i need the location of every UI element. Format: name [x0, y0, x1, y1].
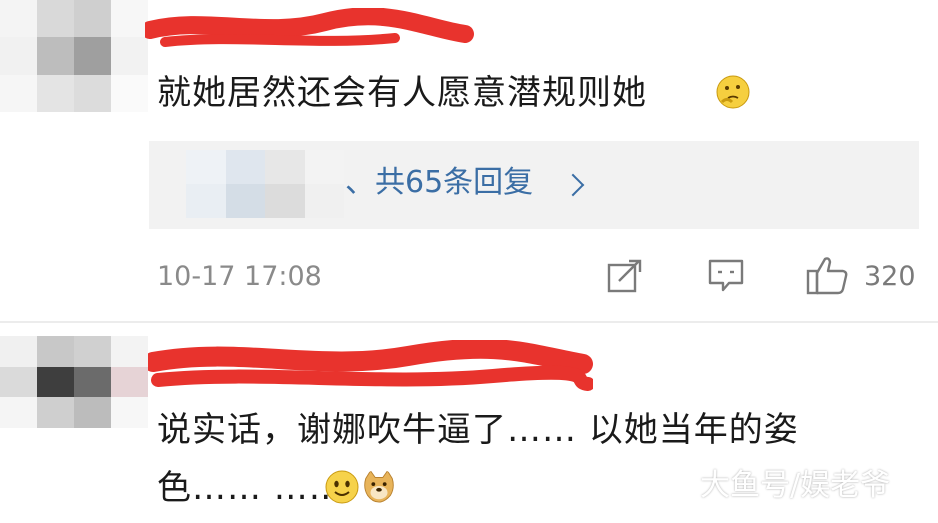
username-redacted-scribble — [148, 340, 593, 391]
timestamp: 10-17 17:08 — [157, 261, 322, 292]
comment-text-line1: 说实话，谢娜吹牛逼了…… 以她当年的姿 — [157, 410, 799, 450]
avatar[interactable] — [0, 0, 148, 112]
like-icon[interactable] — [806, 255, 850, 295]
comment-text-line2: 色…… …… — [157, 468, 344, 508]
share-icon[interactable] — [607, 259, 643, 293]
username-redacted-scribble — [145, 8, 474, 47]
view-replies-link[interactable]: 、共65条回复 — [345, 168, 533, 198]
comment-text: 就她居然还会有人愿意潜规则她 — [157, 76, 647, 110]
comment-body: 就她居然还会有人愿意潜规则她 — [157, 73, 647, 113]
watermark: 大鱼号/娱老爷 — [700, 468, 891, 503]
avatar[interactable] — [0, 336, 148, 428]
smile-face-icon — [325, 470, 359, 504]
comment-divider — [0, 321, 938, 323]
doge-icon — [364, 470, 394, 503]
reply-count-label: 、共65条回复 — [345, 165, 534, 200]
reply-username-mosaic — [186, 150, 344, 218]
comment-icon[interactable] — [707, 258, 745, 294]
like-count: 320 — [864, 261, 916, 292]
thinking-face-icon — [716, 75, 750, 109]
